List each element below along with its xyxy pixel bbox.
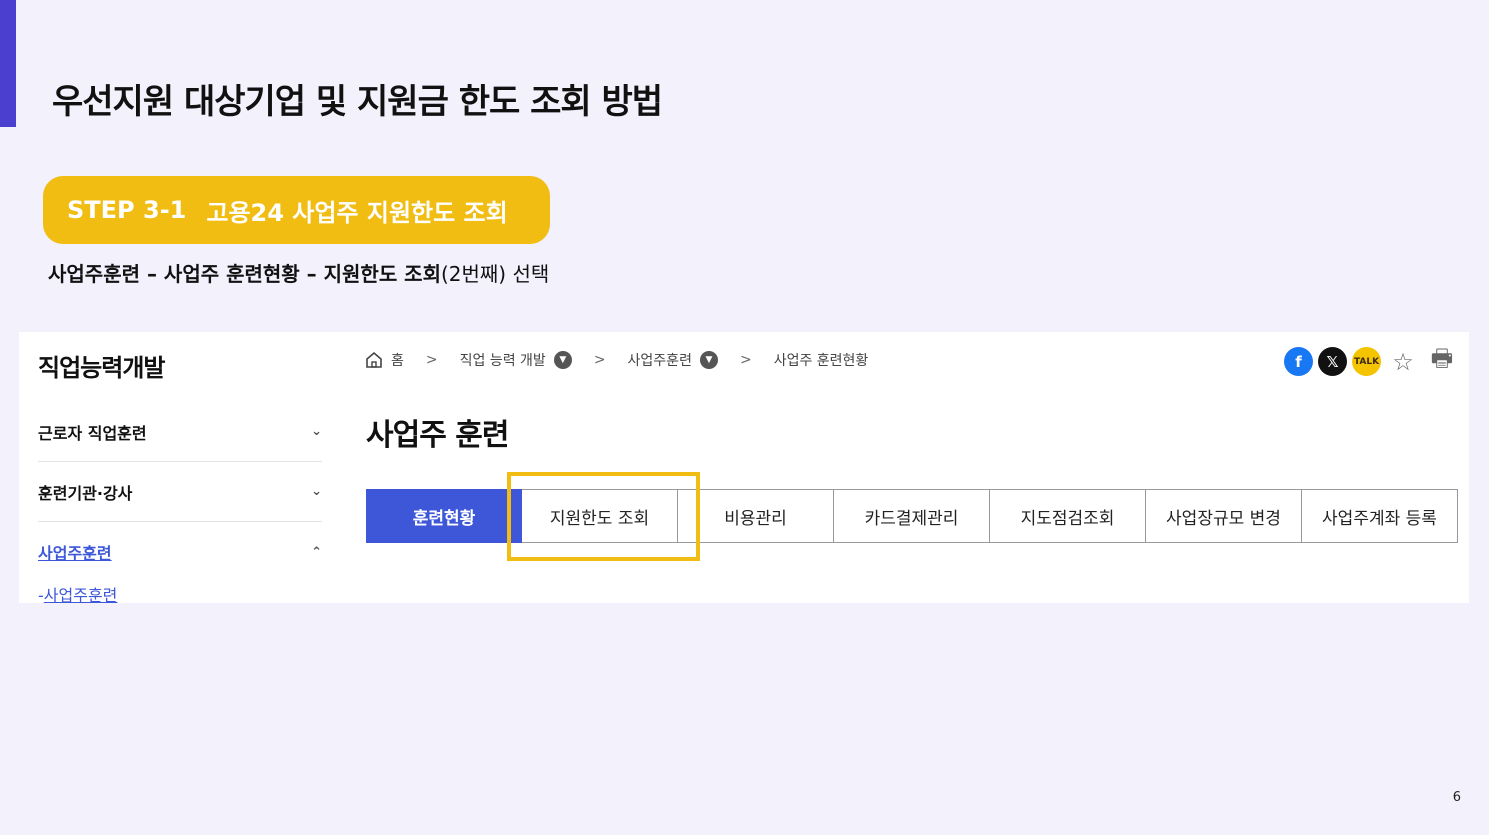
tab-business-size[interactable]: 사업장규모 변경 xyxy=(1146,489,1302,543)
tab-cost-management[interactable]: 비용관리 xyxy=(678,489,834,543)
facebook-icon[interactable]: f xyxy=(1284,347,1313,376)
dropdown-icon[interactable]: ▼ xyxy=(699,351,718,369)
chevron-right-icon: > xyxy=(425,352,438,368)
sidebar-item-employer-training[interactable]: 사업주훈련 ⌃ xyxy=(38,522,322,582)
sub-label: 사업주훈련 xyxy=(43,586,118,603)
print-icon[interactable]: 🖶 xyxy=(1425,344,1459,376)
breadcrumb-item[interactable]: 직업 능력 개발 xyxy=(460,350,546,370)
chevron-down-icon: ⌄ xyxy=(311,424,322,439)
home-icon[interactable] xyxy=(365,351,383,369)
breadcrumb-home[interactable]: 홈 xyxy=(391,350,404,370)
tab-account-registration[interactable]: 사업주계좌 등록 xyxy=(1302,489,1458,543)
breadcrumb: 홈 > 직업 능력 개발 ▼ > 사업주훈련 ▼ > 사업주 훈련현황 xyxy=(365,350,868,370)
slide-title: 우선지원 대상기업 및 지원금 한도 조회 방법 xyxy=(52,82,663,122)
step-number: STEP 3-1 xyxy=(67,196,187,224)
share-toolbar: f 𝕏 TALK ☆ 🖶 xyxy=(1284,344,1459,376)
breadcrumb-current: 사업주 훈련현황 xyxy=(773,353,869,369)
x-icon[interactable]: 𝕏 xyxy=(1318,347,1347,376)
tab-card-payment[interactable]: 카드결제관리 xyxy=(834,489,990,543)
accent-bar xyxy=(0,0,16,127)
sidebar-item-label: 훈련기관·강사 xyxy=(38,483,133,503)
sidebar-item-institution[interactable]: 훈련기관·강사 ⌄ xyxy=(38,462,322,522)
sidebar-item-label: 사업주훈련 xyxy=(38,544,112,563)
dropdown-icon[interactable]: ▼ xyxy=(553,351,572,369)
website-screenshot: 직업능력개발 근로자 직업훈련 ⌄ 훈련기관·강사 ⌄ 사업주훈련 ⌃ -사업주… xyxy=(19,332,1469,603)
page-number: 6 xyxy=(1452,790,1461,805)
tab-training-status[interactable]: 훈련현황 xyxy=(366,489,522,543)
step-badge: STEP 3-1 고용24 사업주 지원한도 조회 xyxy=(43,176,550,244)
instruction: 사업주훈련 – 사업주 훈련현황 – 지원한도 조회(2번째) 선택 xyxy=(48,258,549,287)
highlight-box xyxy=(507,472,700,561)
chevron-right-icon: > xyxy=(739,352,752,368)
chevron-down-icon: ⌄ xyxy=(311,484,322,499)
chevron-up-icon: ⌃ xyxy=(311,544,322,560)
breadcrumb-item[interactable]: 사업주훈련 xyxy=(628,350,692,370)
step-text: 고용24 사업주 지원한도 조회 xyxy=(206,198,508,227)
sidebar-item-label: 근로자 직업훈련 xyxy=(38,423,147,443)
instruction-suffix: (2번째) 선택 xyxy=(440,262,550,286)
kakaotalk-icon[interactable]: TALK xyxy=(1352,347,1381,376)
sidebar-title: 직업능력개발 xyxy=(38,354,165,382)
sidebar-item-worker-training[interactable]: 근로자 직업훈련 ⌄ xyxy=(38,402,322,462)
page-title: 사업주 훈련 xyxy=(366,418,509,453)
sidebar-subitem-employer-training[interactable]: -사업주훈련 xyxy=(38,582,117,603)
tab-inspection[interactable]: 지도점검조회 xyxy=(990,489,1146,543)
chevron-right-icon: > xyxy=(593,352,606,368)
star-icon[interactable]: ☆ xyxy=(1386,347,1420,376)
instruction-path: 사업주훈련 – 사업주 훈련현황 – 지원한도 조회 xyxy=(48,262,441,286)
